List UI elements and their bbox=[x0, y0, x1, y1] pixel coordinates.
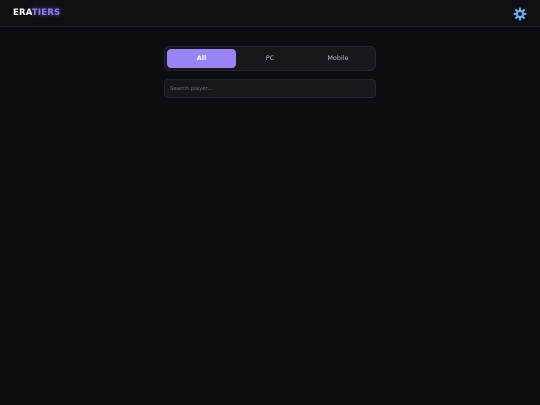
settings-button[interactable] bbox=[513, 7, 527, 21]
tab-pc[interactable]: PC bbox=[237, 49, 303, 68]
gear-icon bbox=[513, 7, 527, 21]
logo-text-tiers: TIERS bbox=[31, 8, 61, 18]
tab-mobile[interactable]: Mobile bbox=[305, 49, 371, 68]
tab-all[interactable]: All bbox=[167, 49, 236, 68]
search-input[interactable] bbox=[164, 79, 376, 98]
logo-text-era: ERA bbox=[13, 8, 32, 18]
top-bar: ERATIERS bbox=[0, 0, 540, 27]
app-logo[interactable]: ERATIERS bbox=[13, 7, 60, 19]
platform-tabs: All PC Mobile bbox=[164, 46, 376, 71]
